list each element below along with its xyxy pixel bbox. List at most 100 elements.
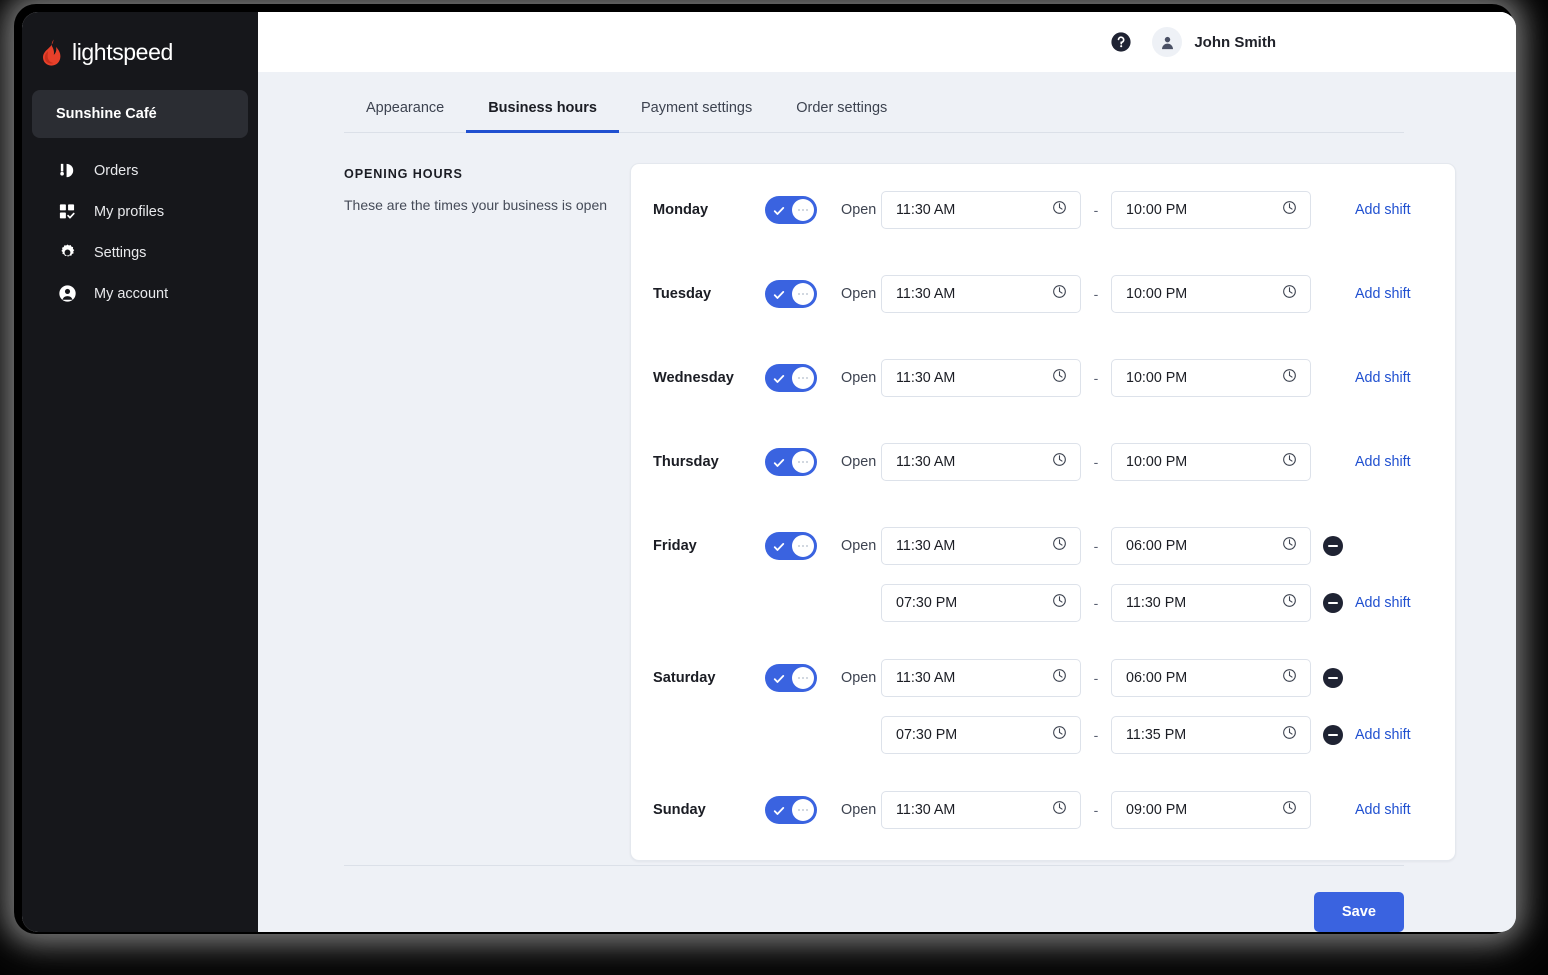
clock-icon[interactable] [1052, 200, 1067, 220]
shift-start-value: 07:30 PM [896, 595, 958, 611]
day-name: Friday [653, 538, 697, 554]
shift-start-input[interactable]: 07:30 PM [881, 584, 1081, 622]
shift-end-input[interactable]: 10:00 PM [1111, 443, 1311, 481]
shift-end-value: 09:00 PM [1126, 802, 1188, 818]
shift-start-input[interactable]: 11:30 AM [881, 191, 1081, 229]
sidebar-item-orders[interactable]: Orders [22, 150, 258, 191]
shift-start-input[interactable]: 11:30 AM [881, 659, 1081, 697]
clock-icon[interactable] [1282, 452, 1297, 472]
shift-end-input[interactable]: 10:00 PM [1111, 275, 1311, 313]
brand-logo[interactable]: lightspeed [22, 16, 258, 72]
tab-appearance[interactable]: Appearance [344, 72, 466, 133]
clock-icon[interactable] [1052, 452, 1067, 472]
day-shifts: 11:30 AM - 09:00 PM Add shift [881, 768, 1455, 852]
day-name: Monday [653, 202, 709, 218]
add-shift-slot: Add shift [1355, 595, 1455, 611]
shift-end-input[interactable]: 06:00 PM [1111, 659, 1311, 697]
shift-start-value: 11:30 AM [896, 202, 956, 218]
shift-end-input[interactable]: 10:00 PM [1111, 359, 1311, 397]
clock-icon[interactable] [1282, 284, 1297, 304]
clock-icon[interactable] [1052, 668, 1067, 688]
remove-shift-button[interactable] [1323, 725, 1343, 745]
sidebar-item-my-account[interactable]: My account [22, 273, 258, 314]
add-shift-link[interactable]: Add shift [1355, 370, 1411, 386]
shift-end-input[interactable]: 06:00 PM [1111, 527, 1311, 565]
shift-start-value: 11:30 AM [896, 286, 956, 302]
remove-shift-button[interactable] [1323, 536, 1343, 556]
tab-business-hours[interactable]: Business hours [466, 72, 619, 133]
clock-icon[interactable] [1052, 536, 1067, 556]
add-shift-link[interactable]: Add shift [1355, 802, 1411, 818]
sidebar-item-settings[interactable]: Settings [22, 232, 258, 273]
add-shift-slot: Add shift [1355, 727, 1455, 743]
tab-payment-settings[interactable]: Payment settings [619, 72, 774, 133]
shift-end-input[interactable]: 11:30 PM [1111, 584, 1311, 622]
tab-order-settings[interactable]: Order settings [774, 72, 909, 133]
open-label: Open [841, 454, 877, 470]
clock-icon[interactable] [1052, 368, 1067, 388]
shift-start-input[interactable]: 11:30 AM [881, 359, 1081, 397]
day-row: Friday Open 11:30 AM -06:00 PM 07:30 PM -11:3… [631, 504, 1455, 636]
open-label: Open [841, 538, 877, 554]
add-shift-link[interactable]: Add shift [1355, 595, 1411, 611]
shift-start-value: 07:30 PM [896, 727, 958, 743]
gear-icon [58, 243, 77, 262]
app-window: lightspeed Sunshine Café Orders My profi… [22, 12, 1516, 932]
remove-shift-button[interactable] [1323, 593, 1343, 613]
shift-end-value: 10:00 PM [1126, 286, 1188, 302]
remove-shift-slot [1311, 536, 1355, 556]
day-row: Sunday Open 11:30 AM - 09:00 PM Add shift [631, 768, 1455, 852]
clock-icon[interactable] [1052, 725, 1067, 745]
store-selector[interactable]: Sunshine Café [32, 90, 248, 138]
page-title: OPENING HOURS [344, 167, 463, 181]
main-area: John Smith Appearance Business hours Pay… [258, 12, 1516, 932]
day-row: Saturday Open 11:30 AM -06:00 PM 07:30 PM -11… [631, 636, 1455, 768]
tabs-container: Appearance Business hours Payment settin… [258, 72, 1516, 133]
footer-actions: Save [344, 865, 1404, 932]
day-open-toggle[interactable] [765, 664, 817, 692]
remove-shift-button[interactable] [1323, 668, 1343, 688]
clock-icon[interactable] [1282, 368, 1297, 388]
day-open-toggle[interactable] [765, 532, 817, 560]
clock-icon[interactable] [1282, 800, 1297, 820]
help-circle-icon[interactable] [1110, 31, 1132, 53]
page-subtitle: These are the times your business is ope… [344, 197, 608, 213]
user-menu[interactable]: John Smith [1152, 27, 1276, 57]
add-shift-link[interactable]: Add shift [1355, 454, 1411, 470]
clock-icon[interactable] [1282, 668, 1297, 688]
day-open-toggle[interactable] [765, 364, 817, 392]
clock-icon[interactable] [1282, 593, 1297, 613]
shift-start-input[interactable]: 11:30 AM [881, 791, 1081, 829]
day-open-toggle[interactable] [765, 280, 817, 308]
day-open-toggle[interactable] [765, 796, 817, 824]
clock-icon[interactable] [1052, 284, 1067, 304]
clock-icon[interactable] [1052, 593, 1067, 613]
day-shifts: 11:30 AM - 06:00 PM 07:30 PM - 11:30 PM Add sh… [881, 504, 1455, 636]
open-label: Open [841, 370, 877, 386]
clock-icon[interactable] [1282, 536, 1297, 556]
add-shift-slot: Add shift [1355, 454, 1455, 470]
shift-end-input[interactable]: 11:35 PM [1111, 716, 1311, 754]
shift-end-input[interactable]: 10:00 PM [1111, 191, 1311, 229]
clock-icon[interactable] [1282, 725, 1297, 745]
clock-icon[interactable] [1282, 200, 1297, 220]
add-shift-link[interactable]: Add shift [1355, 727, 1411, 743]
save-button[interactable]: Save [1313, 892, 1404, 932]
day-controls: Wednesday Open [631, 336, 881, 420]
clock-icon[interactable] [1052, 800, 1067, 820]
day-controls: Thursday Open [631, 420, 881, 504]
check-icon [773, 540, 785, 552]
shift-end-input[interactable]: 09:00 PM [1111, 791, 1311, 829]
shift-start-input[interactable]: 11:30 AM [881, 443, 1081, 481]
day-open-toggle[interactable] [765, 448, 817, 476]
shift-end-value: 06:00 PM [1126, 670, 1188, 686]
shift-start-input[interactable]: 07:30 PM [881, 716, 1081, 754]
shift-start-input[interactable]: 11:30 AM [881, 527, 1081, 565]
day-open-toggle[interactable] [765, 196, 817, 224]
add-shift-link[interactable]: Add shift [1355, 286, 1411, 302]
open-label: Open [841, 802, 877, 818]
account-icon [58, 284, 77, 303]
sidebar-item-my-profiles[interactable]: My profiles [22, 191, 258, 232]
shift-start-input[interactable]: 11:30 AM [881, 275, 1081, 313]
add-shift-link[interactable]: Add shift [1355, 202, 1411, 218]
